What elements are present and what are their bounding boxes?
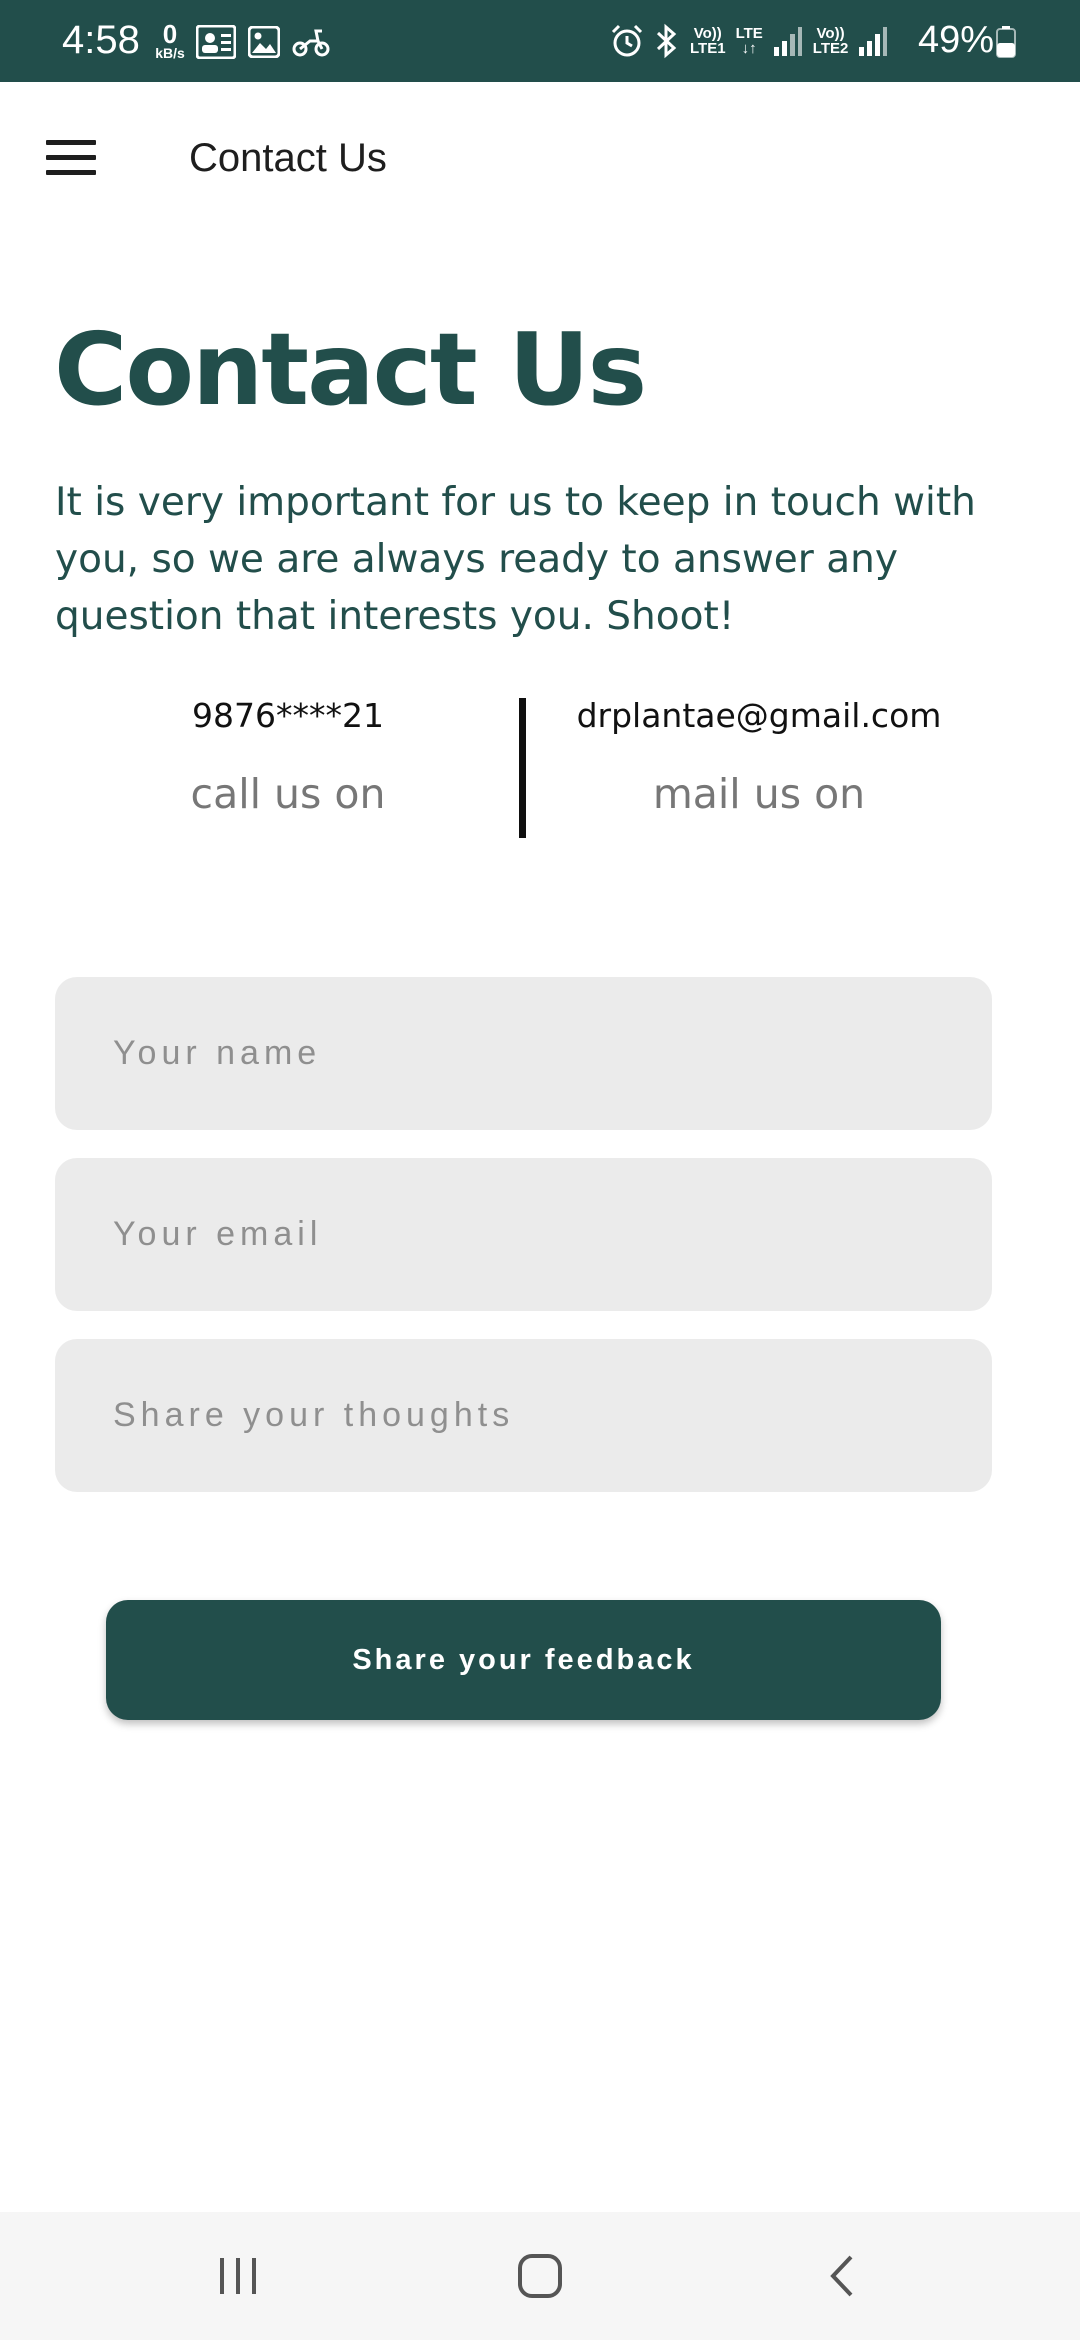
recents-icon (220, 2258, 256, 2294)
notification-icons (196, 22, 330, 62)
bluetooth-icon (656, 23, 677, 59)
email-address[interactable]: drplantae@gmail.com (549, 688, 969, 744)
status-time: 4:58 (62, 18, 140, 62)
signal-icon (773, 27, 802, 56)
page-title: Contact Us (54, 311, 647, 428)
system-icons: Vo)) LTE1 LTE ↓↑ Vo)) LTE2 (610, 18, 888, 64)
data-arrows-icon: ↓↑ (741, 40, 757, 57)
system-nav-bar (0, 2212, 1080, 2340)
home-icon (518, 2254, 562, 2298)
alarm-icon (611, 24, 643, 57)
network-speed-unit: kB/s (155, 45, 185, 61)
battery-percent: 49% (918, 19, 995, 61)
name-input[interactable] (55, 977, 992, 1130)
phone-contact[interactable]: 9876****21 call us on (78, 688, 498, 822)
home-button[interactable] (480, 2238, 600, 2314)
sim2-volte-label: Vo)) LTE2 (812, 25, 849, 57)
gallery-icon (248, 26, 280, 58)
intro-text: It is very important for us to keep in t… (55, 480, 976, 639)
contact-divider (519, 698, 526, 838)
scooter-icon (292, 29, 330, 57)
recents-button[interactable] (178, 2238, 298, 2314)
network-speed-value: 0 (162, 19, 178, 49)
app-bar: Contact Us (0, 82, 1080, 232)
phone-number[interactable]: 9876****21 (78, 688, 498, 744)
back-icon (830, 2255, 853, 2297)
lte-data-label: LTE ↓↑ (735, 25, 763, 57)
sim1-volte-label: Vo)) LTE1 (690, 25, 726, 57)
signal-icon (859, 27, 888, 56)
network-speed: 0 kB/s (152, 19, 188, 61)
email-label: mail us on (652, 770, 866, 818)
email-contact[interactable]: drplantae@gmail.com mail us on (549, 688, 969, 822)
battery-icon (996, 26, 1016, 58)
contacts-card-icon (196, 25, 236, 59)
email-input[interactable] (55, 1158, 992, 1311)
thoughts-input[interactable] (55, 1339, 992, 1492)
phone-label: call us on (190, 770, 386, 818)
status-bar: 4:58 0 kB/s Vo)) LTE1 LTE ↓↑ Vo)) LTE2 4… (0, 0, 1080, 82)
share-feedback-button[interactable]: Share your feedback (106, 1600, 941, 1720)
hamburger-menu-icon[interactable] (36, 122, 106, 192)
app-bar-title: Contact Us (189, 136, 387, 180)
back-button[interactable] (782, 2238, 902, 2314)
